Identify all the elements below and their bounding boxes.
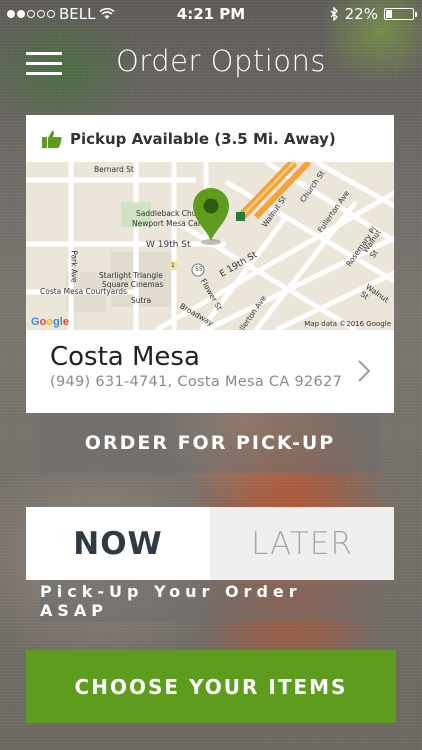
route-shield-label: 1 [171, 262, 175, 269]
asap-note: Pick-Up Your Order ASAP [40, 580, 380, 622]
location-card: Pickup Available (3.5 Mi. Away) Bernard … [26, 115, 394, 413]
location-row[interactable]: Costa Mesa (949) 631-4741, Costa Mesa CA… [26, 330, 394, 400]
map-label: Costa Mesa Courtyards [40, 287, 127, 296]
page-title: Order Options [115, 44, 327, 78]
order-time-toggle: NOW LATER [26, 507, 394, 580]
map-label: W 19th St [146, 240, 191, 250]
choose-items-button[interactable]: CHOOSE YOUR ITEMS [26, 650, 396, 723]
google-logo: Google [31, 316, 69, 328]
location-map[interactable]: Bernard St Saddleback Chu Newport Mesa C… [26, 162, 394, 330]
battery-percent: 22% [344, 5, 378, 23]
map-label: Saddleback Chu [136, 209, 197, 218]
map-label: Starlight Triangle [99, 271, 163, 280]
pickup-label: Pickup Available (3.5 Mi. Away) [70, 129, 336, 148]
map-attribution: Map data ©2016 Google [304, 320, 391, 328]
chevron-right-icon [358, 360, 370, 382]
map-label: Sutra [131, 296, 152, 305]
location-name: Costa Mesa [50, 342, 200, 372]
route-shield-label: 55 [195, 266, 203, 273]
order-for-pickup-button[interactable]: ORDER FOR PICK-UP [40, 413, 380, 473]
thumbs-up-icon [42, 130, 62, 148]
now-option[interactable]: NOW [26, 507, 210, 580]
pickup-availability: Pickup Available (3.5 Mi. Away) [26, 115, 394, 162]
location-pin-icon [193, 188, 229, 245]
bluetooth-icon [330, 7, 338, 21]
map-label: Bernard St [94, 165, 134, 174]
location-address: (949) 631-4741, Costa Mesa CA 92627 [50, 374, 343, 390]
status-bar: BELL 4:21 PM 22% [0, 0, 422, 28]
battery-icon [384, 8, 417, 20]
later-option[interactable]: LATER [210, 507, 394, 580]
hamburger-menu-icon[interactable] [26, 52, 62, 76]
map-label: Park Ave [69, 250, 79, 283]
